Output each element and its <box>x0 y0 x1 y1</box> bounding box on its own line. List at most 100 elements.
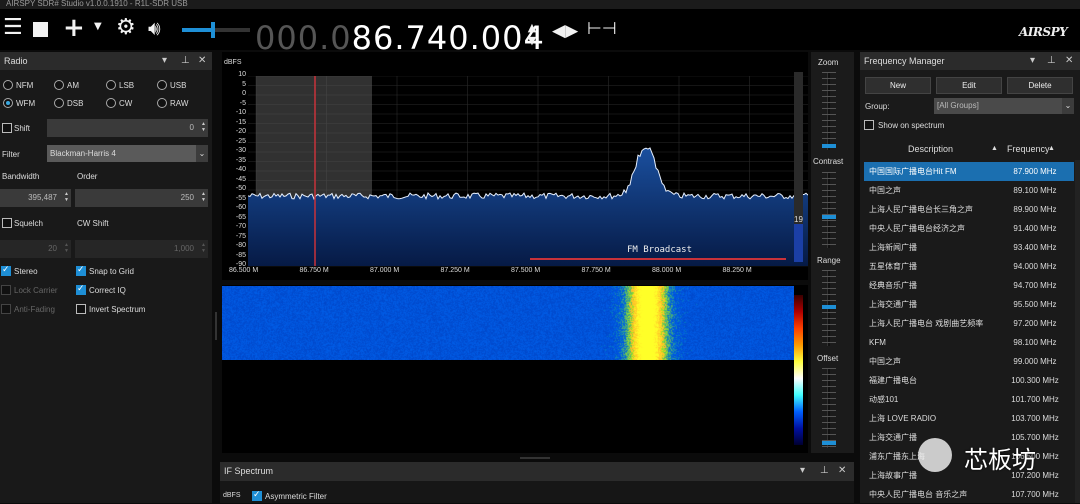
stop-icon[interactable] <box>33 22 48 37</box>
station-description: 中国之声 <box>869 357 901 366</box>
frequency-row[interactable]: 上海新闻广播 93.400 MHz <box>864 238 1074 257</box>
add-icon[interactable]: + <box>63 13 85 43</box>
mode-radio-raw[interactable] <box>157 98 167 108</box>
menu-icon[interactable]: ☰ <box>3 15 23 40</box>
station-frequency: 94.700 MHz <box>1013 281 1057 290</box>
mode-label-cw: CW <box>119 99 133 108</box>
range-slider-handle[interactable] <box>822 305 836 309</box>
column-frequency[interactable]: Frequency <box>1007 144 1050 154</box>
frequency-display[interactable]: 000.086.740.004 <box>255 20 545 56</box>
frequency-row[interactable]: 中国之声 99.000 MHz <box>864 352 1074 371</box>
waterfall[interactable] <box>222 285 808 453</box>
frequency-row[interactable]: 中央人民广播电台 音乐之声 107.700 MHz <box>864 485 1074 504</box>
y-tick-label: -65 <box>235 213 246 221</box>
lock-carrier-checkbox[interactable] <box>1 285 11 295</box>
station-description: 上海新闻广播 <box>869 243 917 252</box>
close-icon[interactable]: ✕ <box>1065 52 1073 70</box>
column-description[interactable]: Description <box>908 144 953 154</box>
gear-icon[interactable]: ⚙ <box>116 15 136 40</box>
correct-iq-checkbox[interactable] <box>76 284 86 295</box>
sort-ascending-icon[interactable]: ▲ <box>991 145 998 152</box>
invert-spectrum-checkbox[interactable] <box>76 304 86 314</box>
edit-button[interactable]: Edit <box>936 77 1002 94</box>
frequency-row[interactable]: 福建广播电台 100.300 MHz <box>864 371 1074 390</box>
chevron-down-icon[interactable]: ▾ <box>800 462 805 480</box>
frequency-list-scrollbar[interactable] <box>1075 160 1080 503</box>
volume-slider[interactable] <box>182 22 250 38</box>
y-tick-label: -85 <box>235 251 246 259</box>
stereo-checkbox[interactable] <box>1 265 11 276</box>
chevron-down-icon[interactable]: ▾ <box>162 52 167 70</box>
shift-checkbox[interactable] <box>2 123 12 133</box>
frequency-down-icon[interactable]: ▼ <box>522 34 542 47</box>
panel-splitter[interactable] <box>520 457 550 459</box>
close-icon[interactable]: ✕ <box>838 462 846 480</box>
chevron-down-icon[interactable]: ▾ <box>1030 52 1035 70</box>
frequency-row[interactable]: 五星体育广播 94.000 MHz <box>864 257 1074 276</box>
mode-radio-am[interactable] <box>54 80 64 90</box>
shift-input[interactable]: 0 ▲ ▼ <box>47 119 208 137</box>
group-select[interactable]: [All Groups] ⌄ <box>934 98 1074 114</box>
panel-splitter[interactable] <box>215 312 217 340</box>
mode-radio-dsb[interactable] <box>54 98 64 108</box>
spectrum-analyzer[interactable]: dBFS 10 5 0 -5 -10 -15 -20 -25 -30 -35 -40 -45 -50 -5… <box>222 52 808 280</box>
squelch-spinner[interactable]: ▲ ▼ <box>64 242 69 254</box>
zoom-slider-handle[interactable] <box>822 144 836 148</box>
snap-to-grid-checkbox[interactable] <box>76 265 86 276</box>
y-tick-label: -45 <box>235 175 246 183</box>
chevron-down-icon[interactable]: ⌄ <box>196 145 208 162</box>
show-on-spectrum-checkbox[interactable] <box>864 120 874 130</box>
snap-to-grid-label: Snap to Grid <box>89 267 134 276</box>
frequency-row[interactable]: 上海人民广播电台长三角之声 89.900 MHz <box>864 200 1074 219</box>
pin-icon[interactable]: ⊥ <box>820 462 829 480</box>
contrast-slider-handle[interactable] <box>822 215 836 219</box>
mode-radio-usb[interactable] <box>157 80 167 90</box>
chevron-down-icon[interactable]: ⌄ <box>1062 98 1074 114</box>
pin-icon[interactable]: ⊥ <box>1047 52 1056 70</box>
frequency-row[interactable]: 上海人民广播电台 戏剧曲艺频率 97.200 MHz <box>864 314 1074 333</box>
mode-radio-lsb[interactable] <box>106 80 116 90</box>
frequency-row[interactable]: KFM 98.100 MHz <box>864 333 1074 352</box>
close-icon[interactable]: ✕ <box>198 52 206 70</box>
swap-icon[interactable]: ◀▶ <box>552 21 578 41</box>
frequency-row[interactable]: 中国国际广播电台Hit FM 87.900 MHz <box>864 162 1074 181</box>
spectrum-plot[interactable] <box>248 76 808 314</box>
order-spinner[interactable]: ▲ ▼ <box>201 191 206 203</box>
order-input[interactable]: 250 ▲ ▼ <box>75 189 208 207</box>
y-tick-label: -25 <box>235 137 246 145</box>
anti-fading-checkbox[interactable] <box>1 304 11 314</box>
asymmetric-filter-checkbox[interactable] <box>252 490 262 501</box>
bandwidth-spinner[interactable]: ▲ ▼ <box>64 191 69 203</box>
cw-shift-input[interactable]: 1,000 ▲ ▼ <box>75 240 208 258</box>
step-icon[interactable]: ⊢⊣ <box>587 19 617 39</box>
offset-slider-handle[interactable] <box>822 441 836 445</box>
mode-radio-nfm[interactable] <box>3 80 13 90</box>
frequency-row[interactable]: 中国之声 89.100 MHz <box>864 181 1074 200</box>
delete-button[interactable]: Delete <box>1007 77 1073 94</box>
waterfall-canvas[interactable] <box>222 286 794 360</box>
mode-label-dsb: DSB <box>67 99 84 108</box>
frequency-row[interactable]: 上海交通广播 95.500 MHz <box>864 295 1074 314</box>
frequency-up-icon[interactable]: ▲ <box>522 21 542 34</box>
frequency-row[interactable]: 经典音乐广播 94.700 MHz <box>864 276 1074 295</box>
chevron-down-icon[interactable]: ▼ <box>94 21 102 32</box>
frequency-step-control[interactable]: ▲ ▼ <box>522 21 542 51</box>
squelch-input[interactable]: 20 ▲ ▼ <box>0 240 71 258</box>
mode-radio-cw[interactable] <box>106 98 116 108</box>
mode-radio-wfm[interactable] <box>3 98 13 108</box>
squelch-checkbox[interactable] <box>2 218 12 228</box>
order-label: Order <box>77 172 98 181</box>
volume-slider-handle[interactable] <box>210 22 215 38</box>
speaker-icon[interactable]: 🔊︎ <box>148 16 161 40</box>
shift-spinner[interactable]: ▲ ▼ <box>201 121 206 133</box>
filter-select[interactable]: Blackman-Harris 4 ⌄ <box>47 145 208 162</box>
cw-shift-spinner[interactable]: ▲ ▼ <box>201 242 206 254</box>
frequency-row[interactable]: 中央人民广播电台经济之声 91.400 MHz <box>864 219 1074 238</box>
frequency-row[interactable]: 动感101 101.700 MHz <box>864 390 1074 409</box>
new-button[interactable]: New <box>865 77 931 94</box>
pin-icon[interactable]: ⊥ <box>181 52 190 70</box>
y-tick-label: -60 <box>235 204 246 211</box>
bandwidth-input[interactable]: 395,487 ▲ ▼ <box>0 189 71 207</box>
frequency-row[interactable]: 上海 LOVE RADIO 103.700 MHz <box>864 409 1074 428</box>
sort-ascending-icon[interactable]: ▲ <box>1048 145 1055 152</box>
